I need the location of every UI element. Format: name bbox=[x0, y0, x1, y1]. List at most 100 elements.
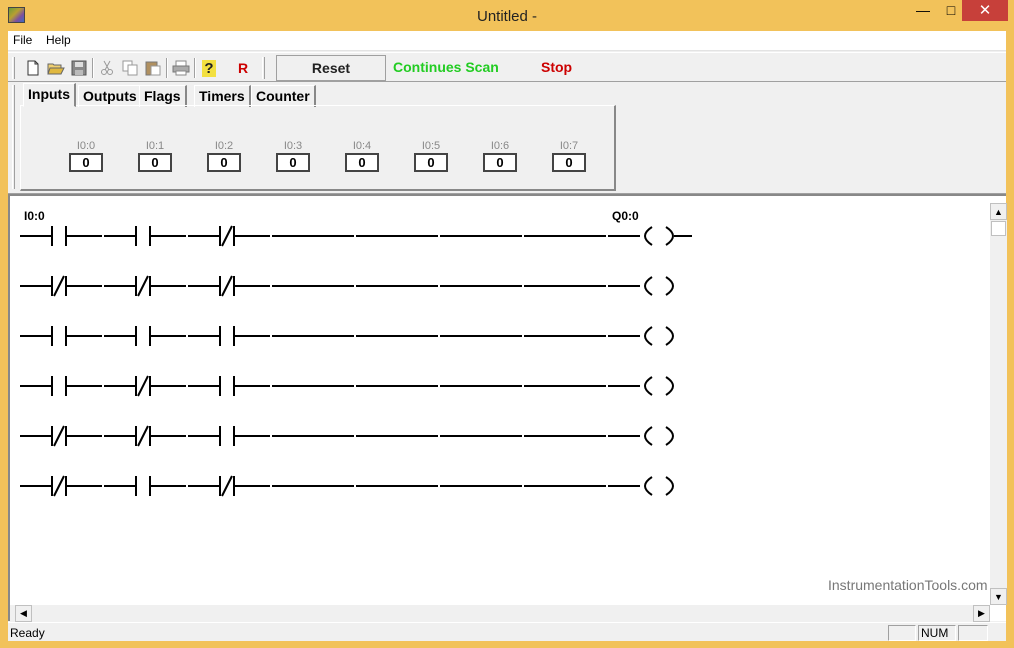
nc-contact[interactable] bbox=[53, 275, 65, 297]
input-value-field[interactable]: 0 bbox=[207, 153, 241, 172]
rung-4[interactable] bbox=[20, 375, 674, 397]
coil-right[interactable] bbox=[665, 426, 674, 446]
coil-left[interactable] bbox=[644, 226, 653, 246]
input-label: I0:3 bbox=[283, 140, 303, 152]
r-button[interactable]: R bbox=[232, 57, 254, 79]
open-icon[interactable] bbox=[45, 57, 67, 79]
standard-toolbar: ? R bbox=[12, 55, 270, 80]
input-label: I0:0 bbox=[76, 140, 96, 152]
close-button[interactable]: ✕ bbox=[962, 0, 1008, 21]
nc-contact[interactable] bbox=[137, 375, 149, 397]
ladder-editor[interactable]: I0:0 Q0:0 InstrumentationTools.com ▲ ▼ ◀ … bbox=[8, 194, 1007, 622]
coil-left[interactable] bbox=[644, 426, 653, 446]
cut-icon[interactable] bbox=[96, 57, 118, 79]
window-title: Untitled - bbox=[476, 8, 538, 25]
stop-label[interactable]: Stop bbox=[541, 59, 572, 75]
coil-right[interactable] bbox=[665, 476, 674, 496]
copy-icon[interactable] bbox=[119, 57, 141, 79]
watermark: InstrumentationTools.com bbox=[828, 577, 988, 593]
contact-label[interactable]: I0:0 bbox=[24, 209, 45, 223]
nc-contact[interactable] bbox=[53, 425, 65, 447]
scroll-up-icon[interactable]: ▲ bbox=[990, 203, 1007, 220]
coil-right[interactable] bbox=[665, 376, 674, 396]
input-label: I0:7 bbox=[559, 140, 579, 152]
scroll-right-icon[interactable]: ▶ bbox=[973, 605, 990, 622]
input-cell-i0-1: I0:1 0 bbox=[138, 140, 172, 172]
tab-inputs[interactable]: Inputs bbox=[23, 83, 76, 107]
rung-1[interactable] bbox=[20, 225, 692, 247]
input-cell-i0-3: I0:3 0 bbox=[276, 140, 310, 172]
rung-6[interactable] bbox=[20, 475, 674, 497]
minimize-button[interactable]: — bbox=[908, 2, 938, 24]
print-icon[interactable] bbox=[170, 57, 192, 79]
input-cell-i0-6: I0:6 0 bbox=[483, 140, 517, 172]
nc-contact[interactable] bbox=[221, 225, 233, 247]
rung-3[interactable] bbox=[20, 326, 674, 346]
status-pane-empty bbox=[888, 625, 916, 641]
input-label: I0:4 bbox=[352, 140, 372, 152]
input-cell-i0-5: I0:5 0 bbox=[414, 140, 448, 172]
input-label: I0:1 bbox=[145, 140, 165, 152]
menu-file[interactable]: File bbox=[13, 33, 32, 47]
nc-contact[interactable] bbox=[221, 475, 233, 497]
coil-label[interactable]: Q0:0 bbox=[612, 209, 639, 223]
toolbar-row: ? R Reset Continues Scan Stop bbox=[8, 52, 1006, 82]
continuous-scan-label[interactable]: Continues Scan bbox=[393, 59, 499, 75]
input-value-field[interactable]: 0 bbox=[414, 153, 448, 172]
nc-contact[interactable] bbox=[53, 475, 65, 497]
input-cell-i0-2: I0:2 0 bbox=[207, 140, 241, 172]
input-label: I0:6 bbox=[490, 140, 510, 152]
toolbar-separator bbox=[194, 58, 196, 78]
ladder-diagram[interactable]: I0:0 Q0:0 bbox=[10, 196, 988, 603]
input-value-field[interactable]: 0 bbox=[552, 153, 586, 172]
title-bar[interactable]: Untitled - — □ ✕ bbox=[0, 0, 1014, 31]
tab-flags[interactable]: Flags bbox=[139, 85, 187, 107]
toolbar-grip[interactable] bbox=[262, 57, 265, 79]
save-icon[interactable] bbox=[68, 57, 90, 79]
scroll-left-icon[interactable]: ◀ bbox=[15, 605, 32, 622]
tab-timers[interactable]: Timers bbox=[194, 85, 251, 107]
scroll-down-icon[interactable]: ▼ bbox=[990, 588, 1007, 605]
tabs-grip[interactable] bbox=[12, 85, 15, 189]
vertical-scrollbar[interactable]: ▲ ▼ bbox=[990, 203, 1007, 605]
help-glyph: ? bbox=[202, 59, 216, 77]
coil-left[interactable] bbox=[644, 326, 653, 346]
coil-left[interactable] bbox=[644, 376, 653, 396]
reset-button[interactable]: Reset bbox=[276, 55, 386, 81]
input-cell-i0-4: I0:4 0 bbox=[345, 140, 379, 172]
nc-contact[interactable] bbox=[221, 275, 233, 297]
inputs-panel: I0:0 0 I0:1 0 I0:2 0 I0:3 0 I0:4 0 I0:5 … bbox=[20, 105, 616, 191]
menu-bar: File Help bbox=[8, 31, 1006, 51]
input-label: I0:2 bbox=[214, 140, 234, 152]
coil-right[interactable] bbox=[665, 326, 674, 346]
input-value-field[interactable]: 0 bbox=[483, 153, 517, 172]
new-icon[interactable] bbox=[22, 57, 44, 79]
nc-contact[interactable] bbox=[137, 425, 149, 447]
input-value-field[interactable]: 0 bbox=[69, 153, 103, 172]
rung-2[interactable] bbox=[20, 275, 674, 297]
client-area: File Help ? R Reset Continues Scan Stop … bbox=[8, 31, 1007, 641]
coil-left[interactable] bbox=[644, 476, 653, 496]
nc-contact[interactable] bbox=[137, 275, 149, 297]
tab-counter[interactable]: Counter bbox=[251, 85, 316, 107]
paste-icon[interactable] bbox=[142, 57, 164, 79]
rung-5[interactable] bbox=[20, 425, 674, 447]
menu-help[interactable]: Help bbox=[46, 33, 71, 47]
input-value-field[interactable]: 0 bbox=[345, 153, 379, 172]
tab-outputs[interactable]: Outputs bbox=[78, 85, 143, 107]
input-value-field[interactable]: 0 bbox=[138, 153, 172, 172]
maximize-button[interactable]: □ bbox=[938, 2, 964, 24]
app-window: Untitled - — □ ✕ File Help ? R Reset Con… bbox=[0, 0, 1014, 648]
coil-right[interactable] bbox=[665, 226, 674, 246]
toolbar-separator bbox=[166, 58, 168, 78]
coil-left[interactable] bbox=[644, 276, 653, 296]
control-bar: Reset Continues Scan Stop bbox=[276, 55, 1004, 81]
scroll-thumb[interactable] bbox=[991, 221, 1006, 236]
input-value-field[interactable]: 0 bbox=[276, 153, 310, 172]
help-icon[interactable]: ? bbox=[198, 57, 220, 79]
status-bar: Ready NUM bbox=[8, 622, 1006, 641]
coil-right[interactable] bbox=[665, 276, 674, 296]
status-text: Ready bbox=[10, 626, 45, 640]
horizontal-scrollbar[interactable]: ◀ ▶ bbox=[10, 605, 990, 622]
toolbar-grip[interactable] bbox=[12, 57, 15, 79]
